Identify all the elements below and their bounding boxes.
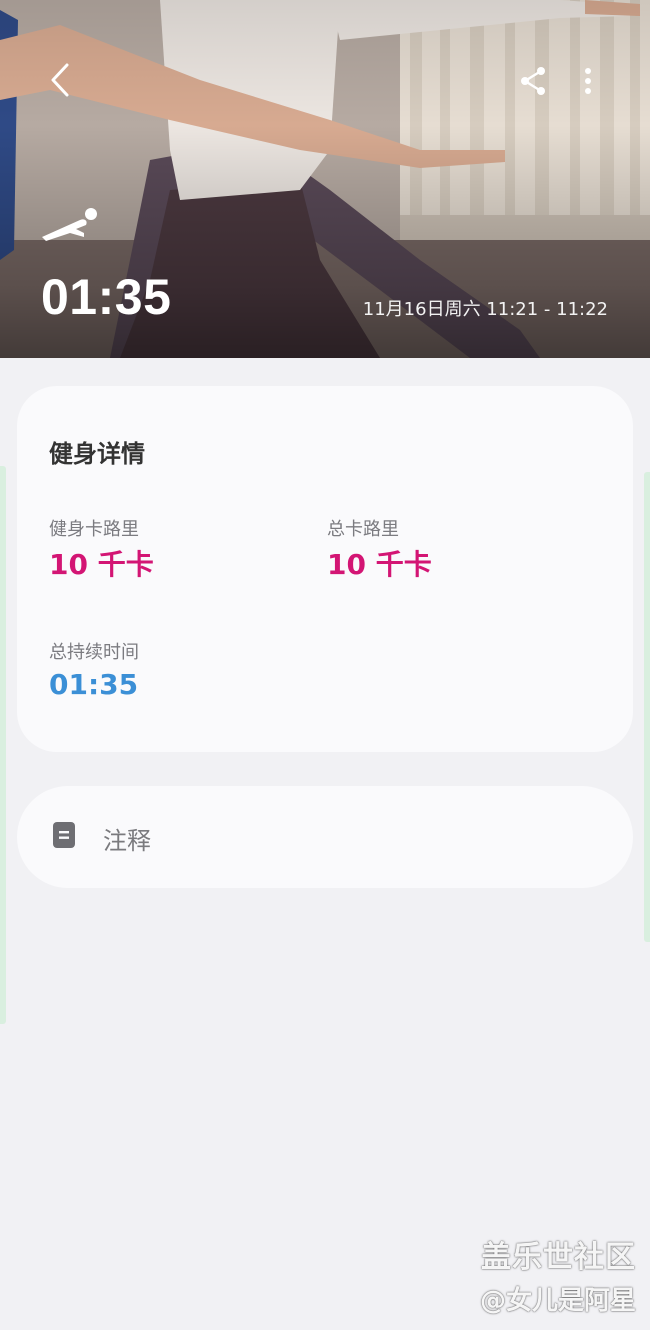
total-duration-label: 总持续时间 (49, 642, 139, 663)
workout-calories-label: 健身卡路里 (49, 519, 139, 540)
workout-hero: 01:35 11月16日周六 11:21 - 11:22 (0, 0, 650, 358)
workout-calories-value: 10 千卡 (49, 548, 154, 581)
workout-details-card: 健身详情 健身卡路里 10 千卡 总卡路里 10 千卡 总持续时间 01:35 (17, 386, 633, 752)
plank-workout-icon (40, 206, 102, 242)
back-button[interactable] (40, 58, 80, 102)
note-icon (53, 822, 75, 848)
workout-datetime: 11月16日周六 11:21 - 11:22 (362, 299, 608, 320)
share-button[interactable] (514, 62, 552, 100)
details-title: 健身详情 (49, 440, 145, 468)
more-options-button[interactable] (572, 62, 604, 100)
total-calories-value: 10 千卡 (327, 548, 432, 581)
community-watermark: 盖乐世社区 (481, 1240, 636, 1275)
workout-duration: 01:35 (41, 269, 172, 325)
right-edge-panel-handle (644, 472, 650, 942)
total-duration-value: 01:35 (49, 668, 139, 701)
share-icon (521, 67, 545, 95)
note-button[interactable]: 注释 (17, 786, 633, 888)
note-label: 注释 (103, 827, 151, 855)
chevron-left-icon (51, 63, 69, 97)
total-calories-label: 总卡路里 (327, 519, 399, 540)
more-vertical-icon (585, 68, 591, 94)
left-edge-panel-handle (0, 466, 6, 1024)
author-watermark: @女儿是阿星 (479, 1286, 636, 1316)
